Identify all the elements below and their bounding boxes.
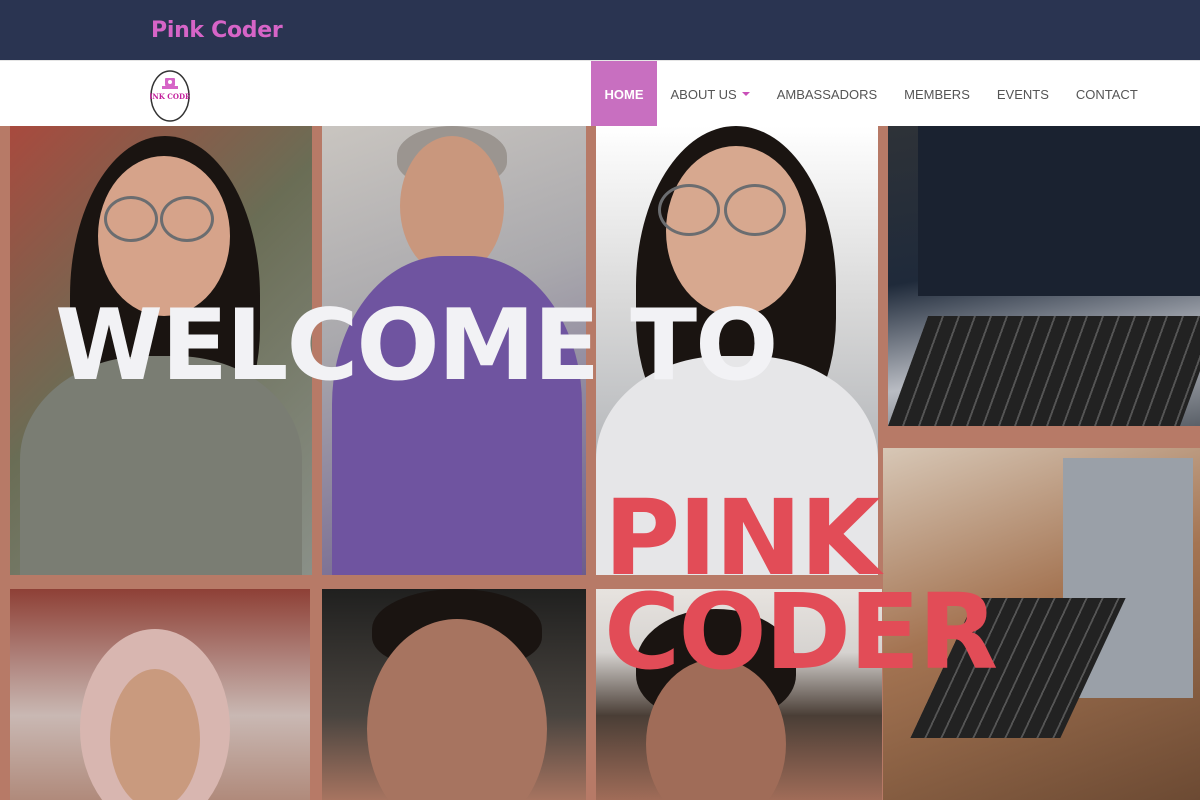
nav-item-label: AMBASSADORS xyxy=(776,86,878,102)
hero-brand-text: PINK CODER xyxy=(604,486,998,693)
hero-brand-line-2: CODER xyxy=(604,570,998,693)
photo-laptop-code xyxy=(888,126,1200,426)
main-nav: HOME ABOUT US AMBASSADORS MEMBERS EVENTS… xyxy=(591,61,1151,127)
nav-item-label: MEMBERS xyxy=(904,86,970,102)
hero-banner: WELCOME TO PINK CODER xyxy=(0,126,1200,800)
nav-item-events[interactable]: EVENTS xyxy=(983,61,1062,127)
nav-item-ambassadors[interactable]: AMBASSADORS xyxy=(763,61,890,127)
nav-item-members[interactable]: MEMBERS xyxy=(891,61,984,127)
hero-headline: WELCOME TO xyxy=(55,289,778,403)
nav-item-label: HOME xyxy=(604,86,644,102)
brand-title[interactable]: Pink Coder xyxy=(151,18,283,43)
chevron-down-icon xyxy=(741,92,750,96)
nav-item-contact[interactable]: CONTACT xyxy=(1062,61,1151,127)
pink-coder-logo[interactable]: PINK CODER xyxy=(144,70,196,122)
photo-man-closeup xyxy=(322,589,586,800)
logo-text: PINK CODER xyxy=(150,92,190,101)
nav-item-about-us[interactable]: ABOUT US xyxy=(657,61,763,127)
top-bar: Pink Coder xyxy=(0,0,1200,60)
nav-item-label: EVENTS xyxy=(996,86,1049,102)
navbar: PINK CODER HOME ABOUT US AMBASSADORS MEM… xyxy=(0,60,1200,127)
nav-item-home[interactable]: HOME xyxy=(591,61,657,127)
nav-item-label: ABOUT US xyxy=(670,86,737,102)
photo-girl-hijab xyxy=(10,589,310,800)
nav-item-label: CONTACT xyxy=(1075,86,1138,102)
